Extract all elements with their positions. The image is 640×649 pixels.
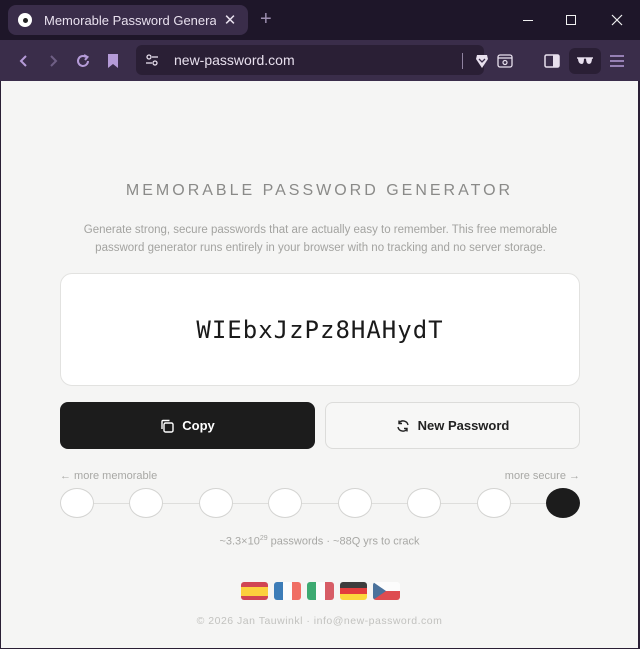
copy-label: Copy (182, 418, 215, 433)
page-description: Generate strong, secure passwords that a… (83, 224, 558, 254)
address-bar[interactable]: new-password.com (136, 45, 484, 75)
strength-step-4[interactable] (268, 488, 303, 518)
sidebar-icon (544, 54, 560, 68)
strength-step-3[interactable] (198, 488, 233, 518)
forward-arrow-icon (50, 55, 58, 67)
window-close-button[interactable] (594, 0, 640, 40)
strength-step-5[interactable] (337, 488, 372, 518)
strength-step-8[interactable] (546, 488, 580, 518)
url-divider (462, 53, 463, 69)
flag-de-icon[interactable] (340, 582, 367, 600)
strength-step-1[interactable] (60, 488, 94, 518)
language-selector (241, 582, 400, 600)
stats-suffix: passwords · ~88Q yrs to crack (267, 535, 420, 548)
bookmark-icon (108, 54, 118, 68)
flag-cz-icon[interactable] (373, 582, 400, 600)
new-tab-icon[interactable]: + (260, 9, 272, 29)
browser-tab[interactable]: Memorable Password Generator ✕ (8, 5, 248, 35)
window-minimize-button[interactable] (505, 0, 551, 40)
flag-es-icon[interactable] (241, 582, 268, 600)
back-arrow-icon (19, 55, 27, 67)
flag-fr-icon[interactable] (274, 582, 301, 600)
new-password-button[interactable]: New Password (325, 402, 580, 449)
page-content: MEMORABLE PASSWORD GENERATOR Generate st… (1, 81, 638, 648)
password-display[interactable]: WIEbxJzPz8HAHydT (60, 273, 580, 386)
more-memorable-label: ← more memorable (60, 470, 158, 482)
hamburger-menu-icon (610, 55, 624, 67)
window-maximize-button[interactable] (548, 0, 594, 40)
strength-step-7[interactable] (476, 488, 511, 518)
tab-title: Memorable Password Generator (44, 12, 216, 28)
browser-toolbar: new-password.com (0, 40, 640, 81)
more-secure-label: more secure → (504, 470, 580, 482)
private-window-button[interactable] (569, 48, 601, 74)
maximize-icon (566, 15, 576, 25)
main-menu-button[interactable] (604, 48, 630, 74)
copy-icon (160, 419, 174, 433)
site-settings-icon[interactable] (145, 53, 159, 67)
private-glasses-icon (577, 57, 593, 64)
refresh-icon (396, 419, 410, 433)
strength-step-6[interactable] (407, 488, 442, 518)
reload-button[interactable] (70, 48, 96, 74)
minimize-icon (523, 19, 533, 21)
page-footer: © 2026 Jan Tauwinkl · info@new-password.… (196, 615, 443, 627)
reload-icon (77, 54, 90, 67)
forward-button[interactable] (40, 48, 66, 74)
url-text: new-password.com (174, 52, 295, 68)
password-strength-stats: ~3.3×1029 passwords · ~88Q yrs to crack (1, 535, 638, 548)
browser-titlebar: Memorable Password Generator ✕ + (0, 0, 640, 40)
close-icon (611, 14, 623, 26)
page-title: MEMORABLE PASSWORD GENERATOR (125, 182, 514, 199)
sidebar-toggle-button[interactable] (539, 48, 565, 74)
stats-exponent: 29 (259, 535, 268, 542)
back-button[interactable] (11, 48, 37, 74)
reader-mode-icon (497, 54, 513, 68)
site-favicon-icon (18, 13, 32, 27)
copy-button[interactable]: Copy (60, 402, 315, 449)
reader-mode-button[interactable] (492, 48, 518, 74)
bookmark-button[interactable] (100, 48, 126, 74)
tab-close-icon[interactable]: ✕ (222, 11, 238, 29)
stats-prefix: ~3.3×10 (219, 535, 260, 548)
flag-it-icon[interactable] (307, 582, 334, 600)
new-password-label: New Password (417, 418, 510, 433)
generated-password[interactable]: WIEbxJzPz8HAHydT (196, 316, 443, 344)
strength-step-2[interactable] (129, 488, 164, 518)
brave-lion-icon (476, 55, 488, 68)
